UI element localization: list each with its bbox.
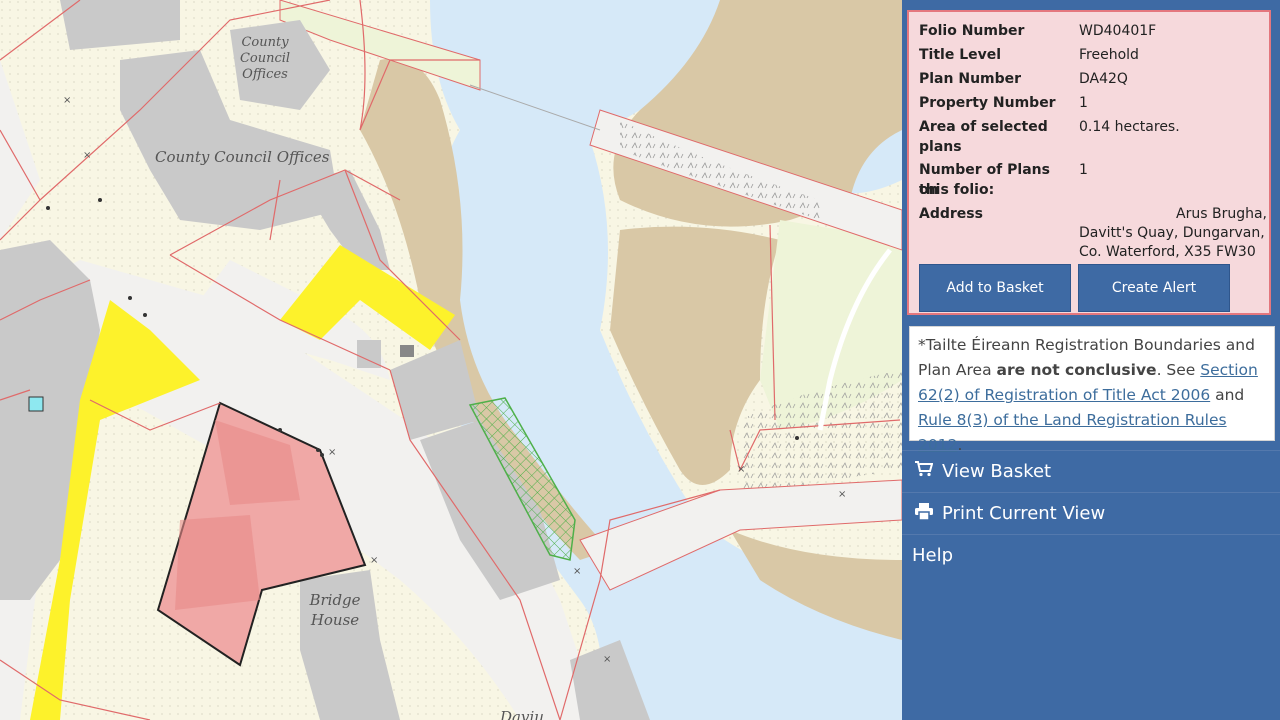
map-view[interactable]: × × × × × × × × County Council Offices County… [0, 0, 902, 720]
title-level-value: Freehold [1079, 47, 1139, 63]
title-level-label: Title Level [919, 47, 1002, 63]
address-line2: Davitt's Quay, Dungarvan, [1079, 225, 1265, 241]
area-value: 0.14 hectares. [1079, 119, 1180, 135]
plan-number-value: DA42Q [1079, 71, 1128, 87]
svg-text:×: × [838, 489, 846, 500]
plans-count-value: 1 [1079, 162, 1088, 178]
print-view-label: Print Current View [942, 503, 1106, 524]
svg-text:×: × [63, 95, 71, 106]
view-basket-label: View Basket [942, 461, 1052, 482]
property-number-value: 1 [1079, 95, 1088, 111]
area-label-line1: Area of selected [919, 119, 1048, 135]
svg-text:×: × [603, 654, 611, 665]
disclaimer-and: and [1210, 386, 1245, 404]
address-line1: Arus Brugha, [1176, 206, 1267, 222]
disclaimer-mid: . See [1156, 361, 1201, 379]
help-menu-item[interactable]: Help [902, 534, 1280, 576]
svg-text:×: × [328, 447, 336, 458]
svg-text:×: × [737, 464, 745, 475]
label-county-council-offices: County Council Offices [155, 148, 330, 166]
cart-icon [910, 461, 938, 482]
svg-text:×: × [83, 150, 91, 161]
map-canvas[interactable]: × × × × × × × × County Council Offices County… [0, 0, 902, 720]
label-council: Council [240, 51, 290, 66]
folio-number-value: WD40401F [1079, 23, 1157, 39]
folio-info-card: Folio Number WD40401F Title Level Freeho… [907, 10, 1271, 315]
address-label: Address [919, 206, 983, 222]
create-alert-button[interactable]: Create Alert [1078, 264, 1230, 312]
label-county: County [241, 35, 289, 50]
svg-text:×: × [370, 555, 378, 566]
marker-square [28, 396, 44, 412]
printer-icon [910, 502, 938, 525]
print-view-menu-item[interactable]: Print Current View [902, 492, 1280, 534]
disclaimer-bold: are not conclusive [996, 361, 1157, 379]
help-label: Help [912, 545, 954, 566]
view-basket-menu-item[interactable]: View Basket [902, 450, 1280, 492]
svg-text:×: × [573, 566, 581, 577]
plans-count-label-line2: this folio: [919, 182, 995, 198]
add-to-basket-button[interactable]: Add to Basket [919, 264, 1071, 312]
property-number-label: Property Number [919, 95, 1056, 111]
folio-number-label: Folio Number [919, 23, 1025, 39]
label-offices: Offices [242, 67, 288, 82]
address-line3: Co. Waterford, X35 FW30 [1079, 244, 1256, 260]
disclaimer-box: *Tailte Éireann Registration Boundaries … [909, 326, 1275, 454]
label-bridge: Bridge [308, 591, 360, 609]
plan-number-label: Plan Number [919, 71, 1022, 87]
label-house: House [310, 611, 359, 629]
label-street: Daviu [499, 708, 544, 720]
area-label-line2: plans [919, 139, 962, 155]
